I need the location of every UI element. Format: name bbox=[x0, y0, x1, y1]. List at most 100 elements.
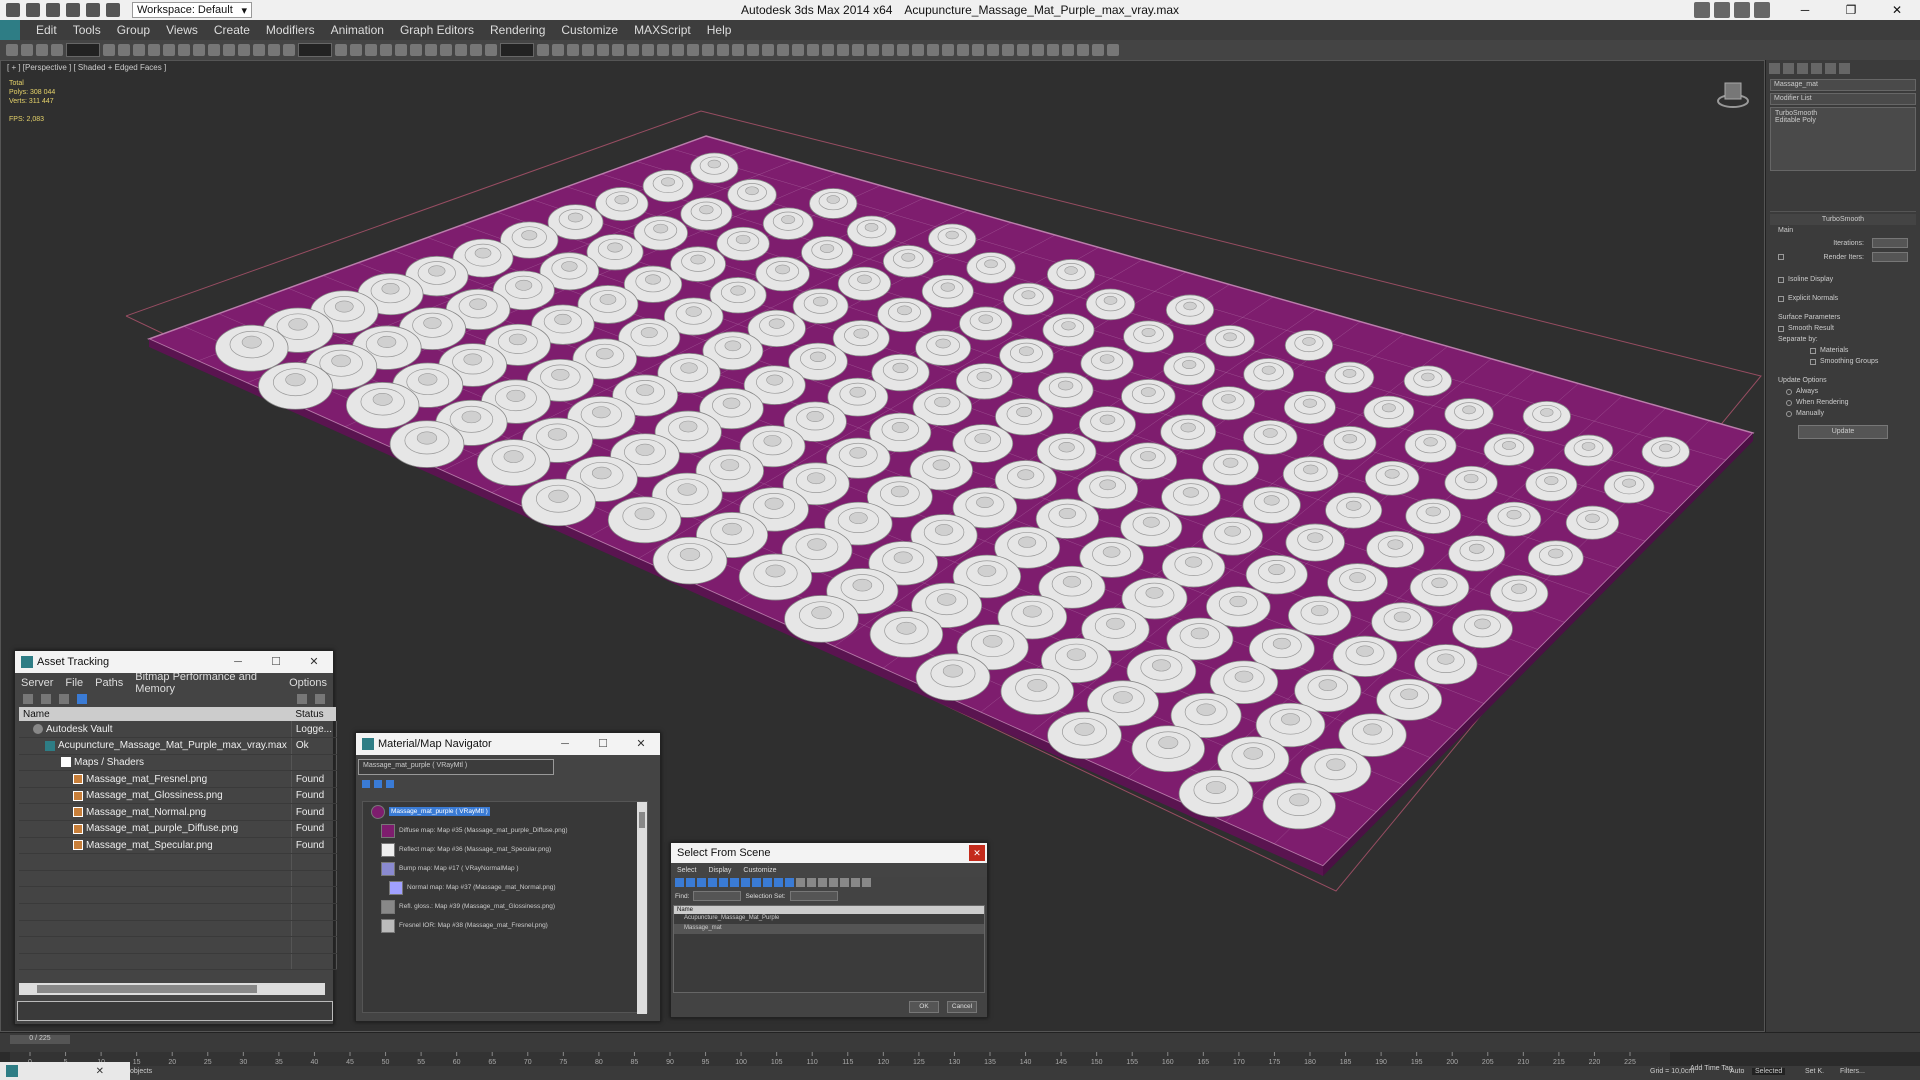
open-file-icon[interactable] bbox=[46, 3, 60, 17]
toolbar-tool-icon[interactable] bbox=[148, 44, 160, 56]
filter-tool-icon[interactable] bbox=[796, 878, 805, 887]
toolbar-tool-icon[interactable] bbox=[762, 44, 774, 56]
tree-node[interactable]: Fresnel IOR: Map #38 (Massage_mat_Fresne… bbox=[363, 916, 647, 935]
toolbar-tool-icon[interactable] bbox=[747, 44, 759, 56]
tree-node[interactable]: Reflect map: Map #36 (Massage_mat_Specul… bbox=[363, 840, 647, 859]
toolbar-tool-icon[interactable] bbox=[1047, 44, 1059, 56]
track-bar[interactable]: 0510152025303540455055606570758085909510… bbox=[10, 1052, 1670, 1066]
always-radio[interactable] bbox=[1786, 388, 1792, 395]
modifier-stack[interactable]: TurboSmooth Editable Poly bbox=[1770, 107, 1916, 171]
toolbar-tool-icon[interactable] bbox=[455, 44, 467, 56]
toolbar-tool-icon[interactable] bbox=[268, 44, 280, 56]
list-item[interactable]: Massage_mat bbox=[674, 924, 984, 934]
toolbar-tool-icon[interactable] bbox=[1092, 44, 1104, 56]
toolbar-tool-icon[interactable] bbox=[642, 44, 654, 56]
toolbar-tool-icon[interactable] bbox=[21, 44, 33, 56]
menu-display[interactable]: Display bbox=[702, 867, 737, 874]
star-icon[interactable] bbox=[1734, 2, 1750, 18]
grid-view-icon[interactable] bbox=[77, 694, 87, 704]
menu-server[interactable]: Server bbox=[15, 677, 59, 689]
rollout-title[interactable]: TurboSmooth bbox=[1770, 214, 1916, 225]
time-slider-handle[interactable]: 0 / 225 bbox=[10, 1035, 70, 1044]
render-iters-spinner[interactable] bbox=[1872, 252, 1908, 262]
toolbar-tool-icon[interactable] bbox=[657, 44, 669, 56]
toolbar-tool-icon[interactable] bbox=[627, 44, 639, 56]
table-row[interactable]: Massage_mat_Normal.png Found bbox=[19, 803, 337, 822]
menu-edit[interactable]: Edit bbox=[28, 23, 65, 37]
toolbar-tool-icon[interactable] bbox=[163, 44, 175, 56]
menu-paths[interactable]: Paths bbox=[89, 677, 129, 689]
table-row[interactable]: Massage_mat_Glossiness.png Found bbox=[19, 787, 337, 805]
filter-tool-icon[interactable] bbox=[719, 878, 728, 887]
toolbar-tool-icon[interactable] bbox=[822, 44, 834, 56]
menu-create[interactable]: Create bbox=[206, 23, 258, 37]
table-row[interactable]: Massage_mat_Fresnel.png Found bbox=[19, 770, 337, 788]
explicit-normals-checkbox[interactable] bbox=[1778, 295, 1784, 302]
stack-item-editable-poly[interactable]: Editable Poly bbox=[1775, 117, 1911, 124]
utilities-tab-icon[interactable] bbox=[1839, 63, 1850, 74]
view-small-icons-icon[interactable] bbox=[374, 780, 382, 788]
toolbar-tool-icon[interactable] bbox=[552, 44, 564, 56]
find-input[interactable] bbox=[693, 891, 742, 901]
toolbar-tool-icon[interactable] bbox=[537, 44, 549, 56]
modify-tab-icon[interactable] bbox=[1783, 63, 1794, 74]
add-time-tag[interactable]: Add Time Tag bbox=[1690, 1065, 1733, 1072]
toolbar-tool-icon[interactable] bbox=[792, 44, 804, 56]
toolbar-tool-icon[interactable] bbox=[837, 44, 849, 56]
toolbar-tool-icon[interactable] bbox=[927, 44, 939, 56]
filter-tool-icon[interactable] bbox=[741, 878, 750, 887]
help-icon[interactable] bbox=[297, 694, 307, 704]
menu-graph-editors[interactable]: Graph Editors bbox=[392, 23, 482, 37]
update-button[interactable]: Update bbox=[1798, 425, 1888, 439]
close-button[interactable]: ✕ bbox=[1874, 0, 1920, 20]
toolbar-tool-icon[interactable] bbox=[1032, 44, 1044, 56]
list-view-icon[interactable] bbox=[23, 694, 33, 704]
maximize-button[interactable]: ☐ bbox=[257, 651, 295, 673]
menu-bitmap-performance[interactable]: Bitmap Performance and Memory bbox=[129, 671, 283, 695]
time-slider[interactable]: 0 / 225 bbox=[0, 1032, 1920, 1052]
view-list-icon[interactable] bbox=[362, 780, 370, 788]
menu-rendering[interactable]: Rendering bbox=[482, 23, 553, 37]
key-filter-dropdown[interactable]: Selected bbox=[1752, 1068, 1786, 1075]
redo-icon[interactable] bbox=[106, 3, 120, 17]
toolbar-tool-icon[interactable] bbox=[425, 44, 437, 56]
manually-radio[interactable] bbox=[1786, 410, 1792, 417]
toolbar-tool-icon[interactable] bbox=[208, 44, 220, 56]
table-row[interactable]: Autodesk Vault Logge... bbox=[19, 721, 337, 739]
refresh-icon[interactable] bbox=[315, 694, 325, 704]
toolbar-tool-icon[interactable] bbox=[118, 44, 130, 56]
toolbar-tool-icon[interactable] bbox=[732, 44, 744, 56]
smoothing-groups-checkbox[interactable] bbox=[1810, 358, 1816, 365]
toolbar-tool-icon[interactable] bbox=[395, 44, 407, 56]
toolbar-tool-icon[interactable] bbox=[298, 43, 332, 57]
ok-button[interactable]: OK bbox=[909, 1001, 939, 1013]
close-button[interactable]: ✕ bbox=[622, 733, 660, 755]
tree-node[interactable]: Refl. gloss.: Map #39 (Massage_mat_Gloss… bbox=[363, 897, 647, 916]
toolbar-tool-icon[interactable] bbox=[1077, 44, 1089, 56]
filter-tool-icon[interactable] bbox=[686, 878, 695, 887]
table-view-icon[interactable] bbox=[59, 694, 69, 704]
cancel-button[interactable]: Cancel bbox=[947, 1001, 977, 1013]
filter-tool-icon[interactable] bbox=[774, 878, 783, 887]
material-tree[interactable]: Massage_mat_purple ( VRayMtl ) Diffuse m… bbox=[362, 801, 648, 1014]
filter-tool-icon[interactable] bbox=[807, 878, 816, 887]
maximize-button[interactable]: ☐ bbox=[584, 733, 622, 755]
toolbar-tool-icon[interactable] bbox=[350, 44, 362, 56]
toolbar-tool-icon[interactable] bbox=[882, 44, 894, 56]
tree-view-icon[interactable] bbox=[41, 694, 51, 704]
filter-tool-icon[interactable] bbox=[730, 878, 739, 887]
app-menu-icon[interactable] bbox=[0, 20, 20, 40]
toolbar-tool-icon[interactable] bbox=[283, 44, 295, 56]
iterations-spinner[interactable] bbox=[1872, 238, 1908, 248]
toolbar-tool-icon[interactable] bbox=[597, 44, 609, 56]
toolbar-tool-icon[interactable] bbox=[178, 44, 190, 56]
table-row[interactable]: Massage_mat_purple_Diffuse.png Found bbox=[19, 820, 337, 838]
minimize-button[interactable]: ─ bbox=[219, 651, 257, 673]
menu-file[interactable]: File bbox=[59, 677, 89, 689]
column-name[interactable]: Name bbox=[674, 906, 984, 914]
toolbar-tool-icon[interactable] bbox=[777, 44, 789, 56]
motion-tab-icon[interactable] bbox=[1811, 63, 1822, 74]
toolbar-tool-icon[interactable] bbox=[867, 44, 879, 56]
toolbar-tool-icon[interactable] bbox=[612, 44, 624, 56]
smooth-result-checkbox[interactable] bbox=[1778, 325, 1784, 332]
